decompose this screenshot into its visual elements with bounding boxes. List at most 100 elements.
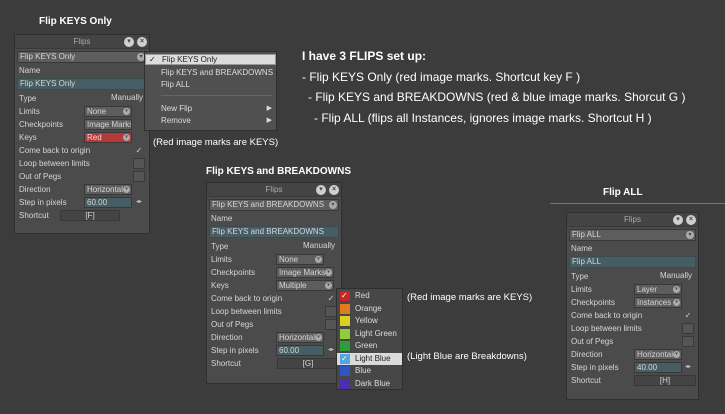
color-label: Red — [355, 291, 370, 300]
limits-label: Limits — [571, 285, 592, 294]
panel-title: Flips — [265, 185, 283, 194]
direction-value: Horizontal — [279, 333, 316, 342]
flips-panel-keys-breakdowns: Flips ▾ × Flip KEYS and BREAKDOWNS ▾ Name… — [206, 182, 342, 384]
chevron-down-icon: ▾ — [123, 186, 130, 193]
keys-dropdown[interactable]: Red ▾ — [84, 132, 132, 143]
color-label: Dark Blue — [355, 378, 391, 388]
direction-row: Direction Horizontal ▾ — [207, 331, 341, 344]
chevron-down-icon: ▾ — [315, 334, 322, 341]
color-item-red[interactable]: ✓ Red — [337, 290, 402, 302]
spin-arrows-icon[interactable]: ◂▸ — [684, 362, 692, 373]
submenu-arrow-icon: ▶ — [266, 117, 272, 124]
checkpoints-dropdown[interactable]: Image Marks ▾ — [276, 267, 334, 278]
loop-row: Loop between limits — [567, 322, 698, 335]
checkpoints-row: Checkpoints Image Marks — [15, 118, 149, 131]
direction-dropdown[interactable]: Horizontal ▾ — [276, 332, 324, 343]
color-item-dark-blue[interactable]: Dark Blue — [337, 378, 402, 390]
chevron-down-icon: ▾ — [325, 269, 332, 276]
shortcut-row: Shortcut [F] — [15, 209, 149, 222]
note-red-marks-2: (Red image marks are KEYS) — [407, 292, 533, 303]
note-red-marks: (Red image marks are KEYS) — [153, 137, 279, 148]
keys-dropdown[interactable]: Multiple ▾ — [276, 280, 334, 291]
checkpoints-dropdown[interactable]: Instances ▾ — [634, 297, 682, 308]
color-item-green[interactable]: Green — [337, 340, 402, 352]
out-of-pegs-label: Out of Pegs — [211, 320, 254, 329]
chevron-down-icon[interactable]: ▾ — [673, 215, 683, 225]
step-label: Step in pixels — [571, 363, 619, 372]
color-label: Light Green — [355, 328, 397, 338]
spin-arrows-icon[interactable]: ◂▸ — [135, 197, 143, 208]
chevron-down-icon: ▾ — [325, 282, 332, 289]
limits-dropdown[interactable]: None ▾ — [84, 106, 132, 117]
type-label: Type — [571, 272, 589, 281]
color-item-yellow[interactable]: Yellow — [337, 315, 402, 327]
check-icon: ✓ — [149, 55, 156, 64]
close-icon[interactable]: × — [137, 37, 147, 47]
menu-item-flip-keys-breakdowns[interactable]: Flip KEYS and BREAKDOWNS — [145, 67, 276, 78]
close-icon[interactable]: × — [329, 185, 339, 195]
color-item-orange[interactable]: Orange — [337, 303, 402, 315]
step-label: Step in pixels — [19, 198, 67, 207]
direction-value: Horizontal — [87, 185, 124, 194]
limits-dropdown[interactable]: None ▾ — [276, 254, 324, 265]
shortcut-field[interactable]: [F] — [60, 210, 120, 221]
direction-dropdown[interactable]: Horizontal ▾ — [634, 349, 682, 360]
loop-checkbox[interactable] — [682, 323, 694, 334]
setup-line-2: - Flip KEYS and BREAKDOWNS (red & blue i… — [308, 90, 686, 104]
step-input[interactable]: 60.00 — [84, 197, 132, 208]
out-of-pegs-checkbox[interactable] — [682, 336, 694, 347]
spin-arrows-icon[interactable]: ◂▸ — [327, 345, 335, 356]
direction-value: Horizontal — [637, 350, 674, 359]
color-swatch — [340, 303, 350, 314]
loop-checkbox[interactable] — [133, 158, 145, 169]
close-icon[interactable]: × — [686, 215, 696, 225]
flip-selector[interactable]: Flip KEYS and BREAKDOWNS ▾ — [209, 199, 339, 211]
out-of-pegs-row: Out of Pegs — [567, 335, 698, 348]
setup-title: I have 3 FLIPS set up: — [302, 49, 427, 63]
flip-selector[interactable]: Flip ALL ▾ — [569, 229, 696, 241]
setup-line-1: - Flip KEYS Only (red image marks. Short… — [302, 69, 581, 84]
chevron-down-icon[interactable]: ▾ — [124, 37, 134, 47]
step-input[interactable]: 40.00 — [634, 362, 682, 373]
come-back-checkbox[interactable]: ✓ — [682, 310, 694, 321]
come-back-checkbox[interactable]: ✓ — [133, 145, 145, 156]
name-field[interactable]: Flip ALL — [569, 256, 696, 268]
limits-dropdown[interactable]: Layer ▾ — [634, 284, 682, 295]
flip-selector[interactable]: Flip KEYS Only ▾ — [17, 51, 147, 63]
flips-panel-all: Flips ▾ × Flip ALL ▾ Name Flip ALL Type Ma… — [566, 212, 699, 400]
step-input[interactable]: 60.00 — [276, 345, 324, 356]
flip-selector-value: Flip ALL — [572, 230, 601, 239]
name-label: Name — [571, 244, 593, 253]
color-item-blue[interactable]: Blue — [337, 365, 402, 377]
direction-dropdown[interactable]: Horizontal ▾ — [84, 184, 132, 195]
color-label: Green — [355, 341, 378, 350]
menu-item-new-flip[interactable]: New Flip ▶ — [145, 103, 276, 114]
color-item-light-green[interactable]: Light Green — [337, 328, 402, 340]
shortcut-field[interactable]: [G] — [277, 358, 339, 369]
limits-value: None — [87, 107, 107, 116]
limits-row: Limits None ▾ — [207, 253, 341, 266]
type-value: Manually — [302, 241, 335, 250]
limits-value: None — [279, 255, 299, 264]
out-of-pegs-checkbox[interactable] — [133, 171, 145, 182]
color-item-light-blue[interactable]: ✓ Light Blue — [337, 352, 402, 365]
name-field[interactable]: Flip KEYS and BREAKDOWNS — [209, 226, 339, 238]
name-field[interactable]: Flip KEYS Only — [17, 78, 147, 90]
loop-label: Loop between limits — [571, 324, 642, 333]
direction-row: Direction Horizontal ▾ — [567, 348, 698, 361]
name-label: Name — [19, 66, 41, 75]
chevron-down-icon: ▾ — [315, 256, 322, 263]
chevron-down-icon[interactable]: ▾ — [316, 185, 326, 195]
shortcut-field[interactable]: [H] — [634, 375, 696, 386]
step-row: Step in pixels 60.00 ◂▸ — [15, 196, 149, 209]
menu-item-remove[interactable]: Remove ▶ — [145, 115, 276, 126]
menu-item-flip-keys-only[interactable]: ✓ Flip KEYS Only — [145, 54, 276, 65]
chevron-down-icon: ▾ — [673, 299, 680, 306]
chevron-down-icon: ▾ — [673, 286, 680, 293]
chevron-down-icon: ▾ — [673, 351, 680, 358]
checkpoints-dropdown[interactable]: Image Marks — [84, 119, 132, 130]
flips-panel-keys-only: Flips ▾ × Flip KEYS Only ▾ Name Flip KEYS… — [14, 34, 150, 234]
keys-color-list: ✓ Red Orange Yellow Light Green Green ✓ Li… — [336, 288, 403, 390]
menu-item-flip-all[interactable]: Flip ALL — [145, 79, 276, 90]
type-row: Type Manually — [15, 92, 149, 105]
